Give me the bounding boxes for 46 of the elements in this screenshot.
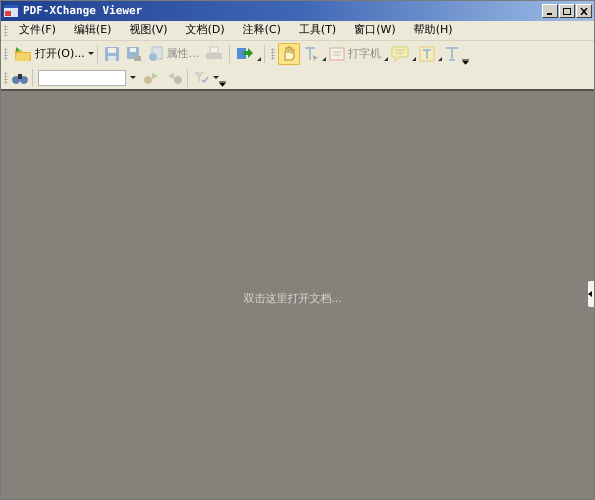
toolbar-grip[interactable] <box>4 48 8 60</box>
caret-icon[interactable] <box>88 52 94 56</box>
toolbar-grip[interactable] <box>4 24 8 36</box>
binoculars-icon[interactable] <box>11 71 29 85</box>
floppy-icon <box>104 46 120 62</box>
menu-item[interactable]: 窗口(W) <box>354 22 396 39</box>
overflow-icon[interactable] <box>462 59 470 65</box>
open-button[interactable]: 打开(O)... <box>11 43 88 65</box>
typewriter-icon <box>329 47 346 61</box>
maximize-button[interactable] <box>559 4 575 18</box>
close-icon <box>580 8 588 14</box>
toolbar-grip[interactable] <box>271 48 276 60</box>
menu-item[interactable]: 文档(D) <box>186 22 225 39</box>
open-document-hint: 双击这里打开文档... <box>243 290 342 307</box>
menu-item[interactable]: 工具(T) <box>298 22 336 39</box>
caret-icon[interactable] <box>130 76 136 80</box>
menu-item[interactable]: 注释(C) <box>242 22 281 39</box>
window-title: PDF-XChange Viewer <box>23 2 142 19</box>
corner-arrow-icon[interactable] <box>412 57 416 61</box>
arrow-left-icon <box>588 291 592 297</box>
menu-item[interactable]: 文件(F) <box>19 22 56 39</box>
toolbar-grip[interactable] <box>4 72 8 84</box>
text-select-icon <box>303 46 320 62</box>
corner-arrow-icon[interactable] <box>257 57 262 61</box>
corner-arrow-icon[interactable] <box>384 57 388 61</box>
close-button[interactable] <box>576 4 592 18</box>
speech-bubble-icon <box>391 46 410 62</box>
text-tool-icon <box>445 46 460 62</box>
menu-item[interactable]: 编辑(E) <box>74 22 112 39</box>
minimize-button[interactable] <box>542 4 558 18</box>
caret-icon[interactable] <box>213 76 219 80</box>
printer-icon <box>205 46 224 62</box>
corner-arrow-icon[interactable] <box>322 57 326 61</box>
menu-item[interactable]: 帮助(H) <box>414 22 453 39</box>
export-arrow-icon <box>236 46 254 62</box>
floppy-icon <box>126 46 142 62</box>
side-panel-toggle[interactable] <box>588 281 594 307</box>
folder-icon <box>14 46 32 62</box>
menu-item[interactable]: 视图(V) <box>129 22 168 39</box>
text-box-icon <box>419 46 436 62</box>
app-icon <box>3 4 19 18</box>
search-field[interactable] <box>38 70 126 86</box>
maximize-icon <box>563 8 571 14</box>
corner-arrow-icon[interactable] <box>438 57 442 61</box>
hand-button[interactable] <box>278 43 300 65</box>
overflow-icon[interactable] <box>219 81 226 87</box>
